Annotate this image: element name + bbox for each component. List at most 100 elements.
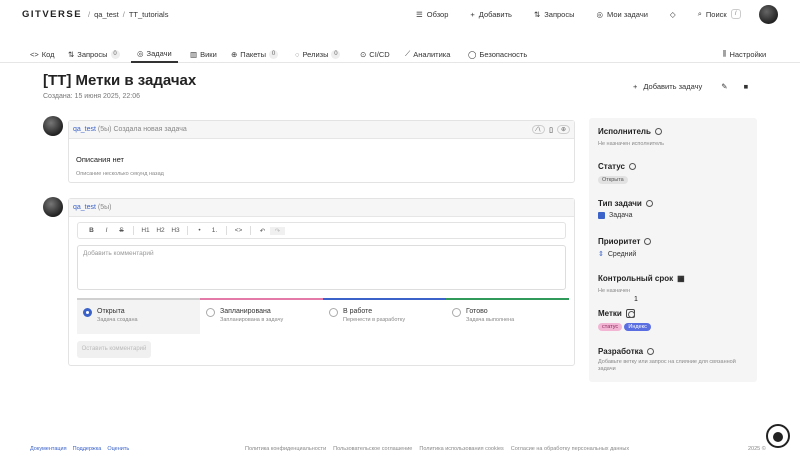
- code-button[interactable]: <>: [231, 227, 246, 234]
- status-option-in-progress[interactable]: В работе Перенести в разработку: [323, 298, 446, 334]
- copy-icon[interactable]: ▯: [549, 126, 553, 134]
- heading2-button[interactable]: H2: [153, 227, 168, 234]
- tab-settings[interactable]: ⫼ Настройки: [723, 45, 766, 63]
- edit-icon[interactable]: ✎: [721, 82, 727, 91]
- user-avatar[interactable]: [759, 5, 778, 24]
- dev-value: Добавьте ветку или запрос на слияние для…: [598, 359, 736, 372]
- comment-header: qa_test (5ы) Создала новая задача ∕∖ ▯ ⊕: [69, 121, 574, 139]
- editor-toolbar: B I S H1 H2 H3 • 1. <> ↶ ↷: [77, 222, 566, 239]
- comment-time: (5ы): [97, 204, 112, 211]
- count-badge: 0: [268, 49, 278, 59]
- shield-icon: ◯: [468, 49, 477, 59]
- search-shortcut: /: [730, 9, 741, 19]
- footer-link-docs[interactable]: Документация: [30, 446, 67, 452]
- heading1-button[interactable]: H1: [138, 227, 153, 234]
- radio-selected[interactable]: [83, 308, 92, 317]
- priority-value: Средний: [607, 250, 637, 258]
- tab-packages[interactable]: ⊕ Пакеты 0: [231, 45, 278, 63]
- comment-action: Создала новая задача: [113, 126, 187, 133]
- assignee-value: Не назначен исполнитель: [598, 141, 665, 147]
- count-badge: 0: [331, 49, 341, 59]
- issue-actions: + Добавить задачу ✎ ■: [633, 82, 748, 91]
- reactions-button[interactable]: ∕∖: [532, 125, 546, 134]
- tab-issues[interactable]: ◎ Задачи: [131, 45, 178, 63]
- pull-request-icon: ⇅: [68, 49, 75, 59]
- nav-my-tasks[interactable]: ◎ Мои задачи: [597, 10, 648, 19]
- pull-request-icon: ⇅: [533, 9, 541, 19]
- type-value: Задача: [609, 212, 633, 219]
- radio[interactable]: [206, 308, 215, 317]
- repo-tabs: <> Код ⇅ Запросы 0 ◎ Задачи ▥ Вики ⊕ Пакеты 0 ◌…: [0, 45, 800, 63]
- priority-section: Приоритет ⇕ Средний: [598, 237, 652, 258]
- checkbox-icon: [598, 212, 605, 219]
- status-section: Статус Открыта: [598, 162, 636, 184]
- help-assistant-icon[interactable]: [766, 424, 790, 448]
- overview-icon: ☰: [416, 9, 423, 19]
- undo-button[interactable]: ↶: [255, 227, 270, 235]
- gear-icon[interactable]: [628, 163, 636, 170]
- top-nav: ☰ Обзор + Добавить ⇅ Запросы ◎ Мои задачи ◇ …: [416, 0, 741, 28]
- radio[interactable]: [452, 308, 461, 317]
- add-task-button[interactable]: + Добавить задачу: [633, 82, 702, 91]
- redo-button[interactable]: ↷: [270, 226, 285, 235]
- breadcrumb-repo[interactable]: TT_tutorials: [129, 10, 169, 19]
- tab-code[interactable]: <> Код: [30, 45, 55, 63]
- tab-releases[interactable]: ◌ Релизы 0: [295, 45, 341, 63]
- bold-button[interactable]: B: [84, 227, 99, 234]
- footer-link-rate[interactable]: Оценить: [107, 446, 129, 452]
- tab-wiki[interactable]: ▥ Вики: [190, 45, 217, 63]
- bullet-list-button[interactable]: •: [192, 227, 207, 234]
- nav-overview[interactable]: ☰ Обзор: [416, 10, 448, 19]
- breadcrumb: / qa_test / TT_tutorials: [88, 9, 169, 19]
- type-section: Тип задачи Задача: [598, 199, 653, 219]
- tab-requests[interactable]: ⇅ Запросы 0: [68, 45, 120, 63]
- status-selector: Открыта Задача создана Запланирована Зап…: [77, 298, 569, 334]
- search-icon: ⌕: [697, 9, 702, 18]
- numbered-list-button[interactable]: 1.: [207, 227, 222, 234]
- comment-author[interactable]: qa_test: [73, 204, 96, 211]
- label-tag: Индекс: [624, 323, 651, 331]
- notifications-button[interactable]: ◇: [670, 10, 676, 19]
- count-badge: 0: [110, 49, 120, 59]
- gear-icon[interactable]: [645, 200, 653, 207]
- footer-link-terms[interactable]: Пользовательское соглашение: [333, 446, 412, 452]
- gear-icon[interactable]: [654, 128, 662, 135]
- more-button[interactable]: ⊕: [556, 125, 570, 134]
- tab-cicd[interactable]: ⊙ CI/CD: [360, 45, 390, 63]
- labels-settings-button[interactable]: [625, 309, 635, 318]
- footer-link-privacy[interactable]: Политика конфиденциальности: [245, 446, 326, 452]
- footer-link-consent[interactable]: Согласие на обработку персональных данны…: [511, 446, 629, 452]
- label-tag: статус: [598, 323, 623, 331]
- submit-comment-button[interactable]: Оставить комментарий: [77, 341, 151, 358]
- assignee-section: Исполнитель Не назначен исполнитель: [598, 127, 665, 147]
- calendar-icon[interactable]: ▦: [677, 274, 685, 283]
- status-option-planned[interactable]: Запланирована Запланирована в задачу: [200, 298, 323, 334]
- plus-icon: +: [470, 9, 475, 19]
- nav-requests[interactable]: ⇅ Запросы: [534, 10, 575, 19]
- trash-icon[interactable]: ■: [744, 82, 749, 91]
- code-icon: <>: [30, 49, 39, 59]
- italic-button[interactable]: I: [99, 227, 114, 234]
- heading3-button[interactable]: H3: [168, 227, 183, 234]
- labels-section: Метки статус Индекс: [598, 309, 651, 331]
- status-option-open[interactable]: Открыта Задача создана: [77, 298, 200, 334]
- nav-add[interactable]: + Добавить: [470, 10, 512, 19]
- strike-button[interactable]: S: [114, 227, 129, 234]
- footer-link-cookies[interactable]: Политика использования cookies: [419, 446, 503, 452]
- footer-link-support[interactable]: Поддержка: [73, 446, 102, 452]
- gear-icon[interactable]: [644, 238, 652, 245]
- gitverse-logo[interactable]: GITVERSE: [22, 9, 82, 20]
- chart-icon: ⟋: [405, 49, 411, 58]
- description-text: Описание несколько секунд назад: [76, 171, 164, 177]
- search-button[interactable]: ⌕ Поиск /: [698, 9, 741, 19]
- tab-analytics[interactable]: ⟋ Аналитика: [405, 45, 450, 63]
- status-badge: Открыта: [598, 176, 628, 184]
- radio[interactable]: [329, 308, 338, 317]
- plus-icon: +: [633, 82, 638, 91]
- status-option-done[interactable]: Готово Задача выполнена: [446, 298, 569, 334]
- breadcrumb-owner[interactable]: qa_test: [94, 10, 119, 19]
- comment-author[interactable]: qa_test: [73, 126, 96, 133]
- gear-icon[interactable]: [647, 348, 655, 355]
- comment-input[interactable]: Добавить комментарий: [77, 245, 566, 290]
- tab-security[interactable]: ◯ Безопасность: [468, 45, 527, 63]
